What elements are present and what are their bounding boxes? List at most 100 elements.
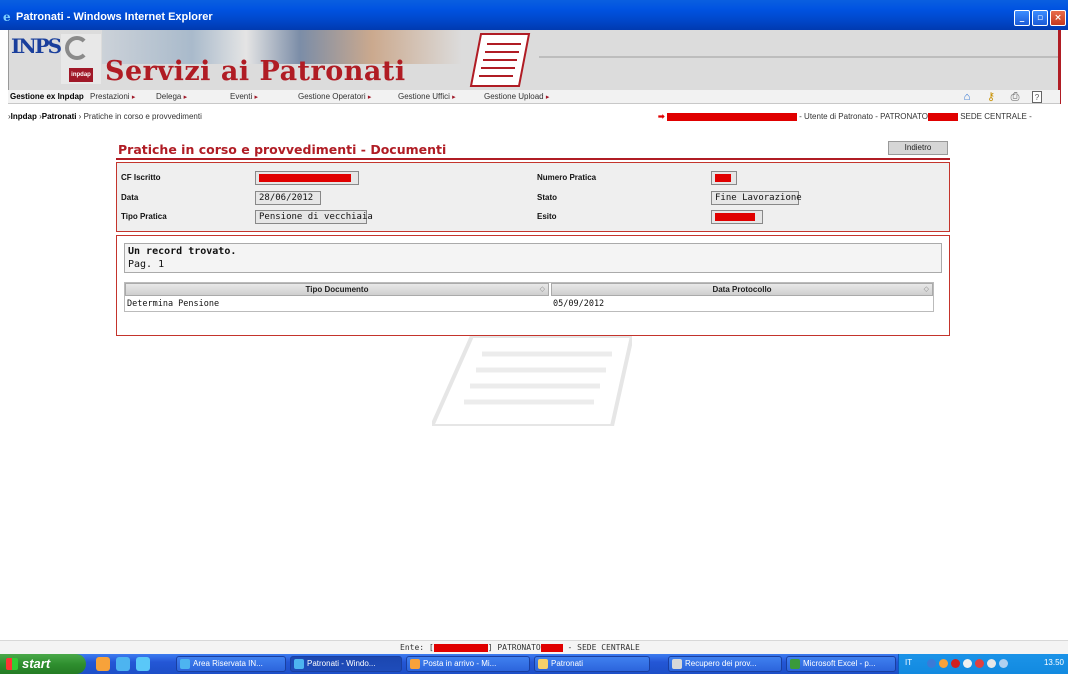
results-page: Pag. 1: [128, 259, 165, 270]
taskbar-item-excel[interactable]: Microsoft Excel - p...: [786, 656, 896, 672]
windows-flag-icon: [6, 658, 18, 670]
home-icon[interactable]: ⌂: [960, 91, 974, 103]
close-button[interactable]: ×: [1050, 10, 1066, 26]
user-role: - Utente di Patronato - PATRONATO: [799, 112, 928, 121]
start-button[interactable]: start: [0, 654, 86, 674]
tray-app-icon[interactable]: [939, 659, 948, 668]
ente-status-line: Ente: [ ] PATRONATO - SEDE CENTRALE: [0, 640, 1068, 654]
menu-arrow-icon: ▸: [452, 94, 456, 101]
window-title-bar[interactable]: e Patronati - Windows Internet Explorer …: [0, 0, 1068, 30]
menu-item-gestione-operatori[interactable]: Gestione Operatori ▸: [298, 92, 371, 101]
redacted-esito-value: [715, 212, 755, 221]
menu-item-label: Delega: [156, 92, 182, 101]
menu-item-label: Gestione Upload: [484, 92, 544, 101]
inpdap-swirl-icon: [65, 36, 89, 60]
inpdap-logo: inpdap: [61, 34, 101, 84]
cf-field[interactable]: [255, 171, 359, 185]
breadcrumb-patronati[interactable]: Patronati: [42, 112, 77, 121]
stato-field[interactable]: Fine Lavorazione: [711, 191, 802, 205]
sort-icon[interactable]: ◇: [540, 284, 545, 295]
task-label: Posta in arrivo - Mi...: [423, 659, 497, 668]
print-icon[interactable]: ⎙: [1008, 91, 1022, 103]
menu-arrow-icon: ▸: [183, 94, 188, 101]
inps-logo: INPS: [11, 34, 62, 58]
menu-item-gestione-uffici[interactable]: Gestione Uffici ▸: [398, 92, 456, 101]
task-label: Patronati: [551, 659, 584, 668]
menu-bar: Gestione ex Inpdap Prestazioni ▸ Delega …: [8, 90, 1060, 104]
language-indicator[interactable]: IT: [905, 658, 912, 667]
inpdap-label: inpdap: [69, 68, 93, 82]
menu-item-label: Eventi: [230, 92, 253, 101]
redacted-ente-patronato: [540, 643, 563, 652]
menu-item-prestazioni[interactable]: Prestazioni ▸: [90, 92, 135, 101]
clock[interactable]: 13.50: [1044, 658, 1064, 667]
volume-icon[interactable]: [999, 659, 1008, 668]
folder-icon: [538, 659, 548, 669]
back-button[interactable]: Indietro: [888, 141, 948, 155]
tray-app-icon[interactable]: [927, 659, 936, 668]
tray-app-icon[interactable]: [951, 659, 960, 668]
user-info: ➡ - Utente di Patronato - PATRONATO SEDE…: [658, 112, 1032, 121]
menu-arrow-icon: ▸: [254, 94, 258, 101]
menu-gestione-label: Gestione ex Inpdap: [10, 92, 84, 101]
ente-mid: ] PATRONATO: [487, 643, 541, 652]
title-divider: [116, 158, 950, 160]
taskbar-item-patronati-folder[interactable]: Patronati: [534, 656, 650, 672]
ie-icon: [294, 659, 304, 669]
cf-label: CF Iscritto: [121, 173, 161, 182]
header-strip: [539, 56, 1061, 58]
task-label: Patronati - Windo...: [307, 659, 376, 668]
mail-icon: [410, 659, 420, 669]
ente-prefix: Ente: [: [400, 643, 434, 652]
redacted-cf-value: [259, 173, 351, 182]
minimize-button[interactable]: _: [1014, 10, 1030, 26]
page-title: Pratiche in corso e provvedimenti - Docu…: [118, 142, 447, 157]
stato-label: Stato: [537, 193, 557, 202]
esito-label: Esito: [537, 212, 557, 221]
start-label: start: [22, 656, 51, 671]
taskbar-item-posta[interactable]: Posta in arrivo - Mi...: [406, 656, 530, 672]
maximize-button[interactable]: ▫: [1032, 10, 1048, 26]
taskbar-item-recupero[interactable]: Recupero dei prov...: [668, 656, 782, 672]
data-field[interactable]: 28/06/2012: [255, 191, 321, 205]
results-info-panel: Un record trovato. Pag. 1: [124, 243, 942, 273]
tray-app-icon[interactable]: [963, 659, 972, 668]
numero-pratica-field[interactable]: [711, 171, 737, 185]
tipo-pratica-field[interactable]: Pensione di vecchiaia: [255, 210, 373, 224]
ente-suffix: - SEDE CENTRALE: [562, 643, 640, 652]
app-header: INPS inpdap Servizi ai Patronati: [8, 30, 1061, 90]
internet-explorer-icon: e: [3, 10, 11, 24]
firefox-quicklaunch-icon[interactable]: [96, 657, 110, 671]
tray-app-icon[interactable]: [987, 659, 996, 668]
taskbar-item-patronati-ie[interactable]: Patronati - Windo...: [290, 656, 402, 672]
menu-item-eventi[interactable]: Eventi ▸: [230, 92, 258, 101]
tray-app-icon[interactable]: [975, 659, 984, 668]
menu-item-label: Gestione Uffici: [398, 92, 450, 101]
breadcrumb-current: Pratiche in corso e provvedimenti: [83, 112, 202, 121]
column-header-data-protocollo[interactable]: Data Protocollo ◇: [551, 283, 933, 296]
results-summary: Un record trovato.: [128, 246, 237, 257]
column-header-tipo-documento[interactable]: Tipo Documento ◇: [125, 283, 549, 296]
esito-field[interactable]: [711, 210, 763, 224]
column-header-label: Data Protocollo: [712, 285, 772, 294]
menu-item-gestione-upload[interactable]: Gestione Upload ▸: [484, 92, 549, 101]
form-watermark-icon: [432, 336, 632, 426]
breadcrumb: ›Inpdap ›Patronati › Pratiche in corso e…: [8, 112, 202, 121]
menu-item-delega[interactable]: Delega ▸: [156, 92, 187, 101]
ente-text: Ente: [ ] PATRONATO - SEDE CENTRALE: [400, 643, 640, 652]
help-icon[interactable]: ?: [1032, 91, 1042, 103]
sort-icon[interactable]: ◇: [924, 284, 929, 295]
key-icon[interactable]: ⚷: [984, 91, 998, 103]
menu-item-label: Gestione Operatori: [298, 92, 366, 101]
menu-arrow-icon: ▸: [545, 94, 550, 101]
user-sede: SEDE CENTRALE -: [960, 112, 1032, 121]
ie-alt-quicklaunch-icon[interactable]: [136, 657, 150, 671]
menu-item-label: Prestazioni: [90, 92, 130, 101]
taskbar-item-area-riservata[interactable]: Area Riservata IN...: [176, 656, 286, 672]
documents-table: Tipo Documento ◇ Data Protocollo ◇ Deter…: [124, 282, 934, 312]
ie-quicklaunch-icon[interactable]: [116, 657, 130, 671]
breadcrumb-inpdap[interactable]: Inpdap: [11, 112, 37, 121]
redacted-ente-code: [433, 643, 488, 652]
practice-details-panel: CF Iscritto Data 28/06/2012 Tipo Pratica…: [116, 162, 950, 232]
numero-pratica-label: Numero Pratica: [537, 173, 597, 182]
